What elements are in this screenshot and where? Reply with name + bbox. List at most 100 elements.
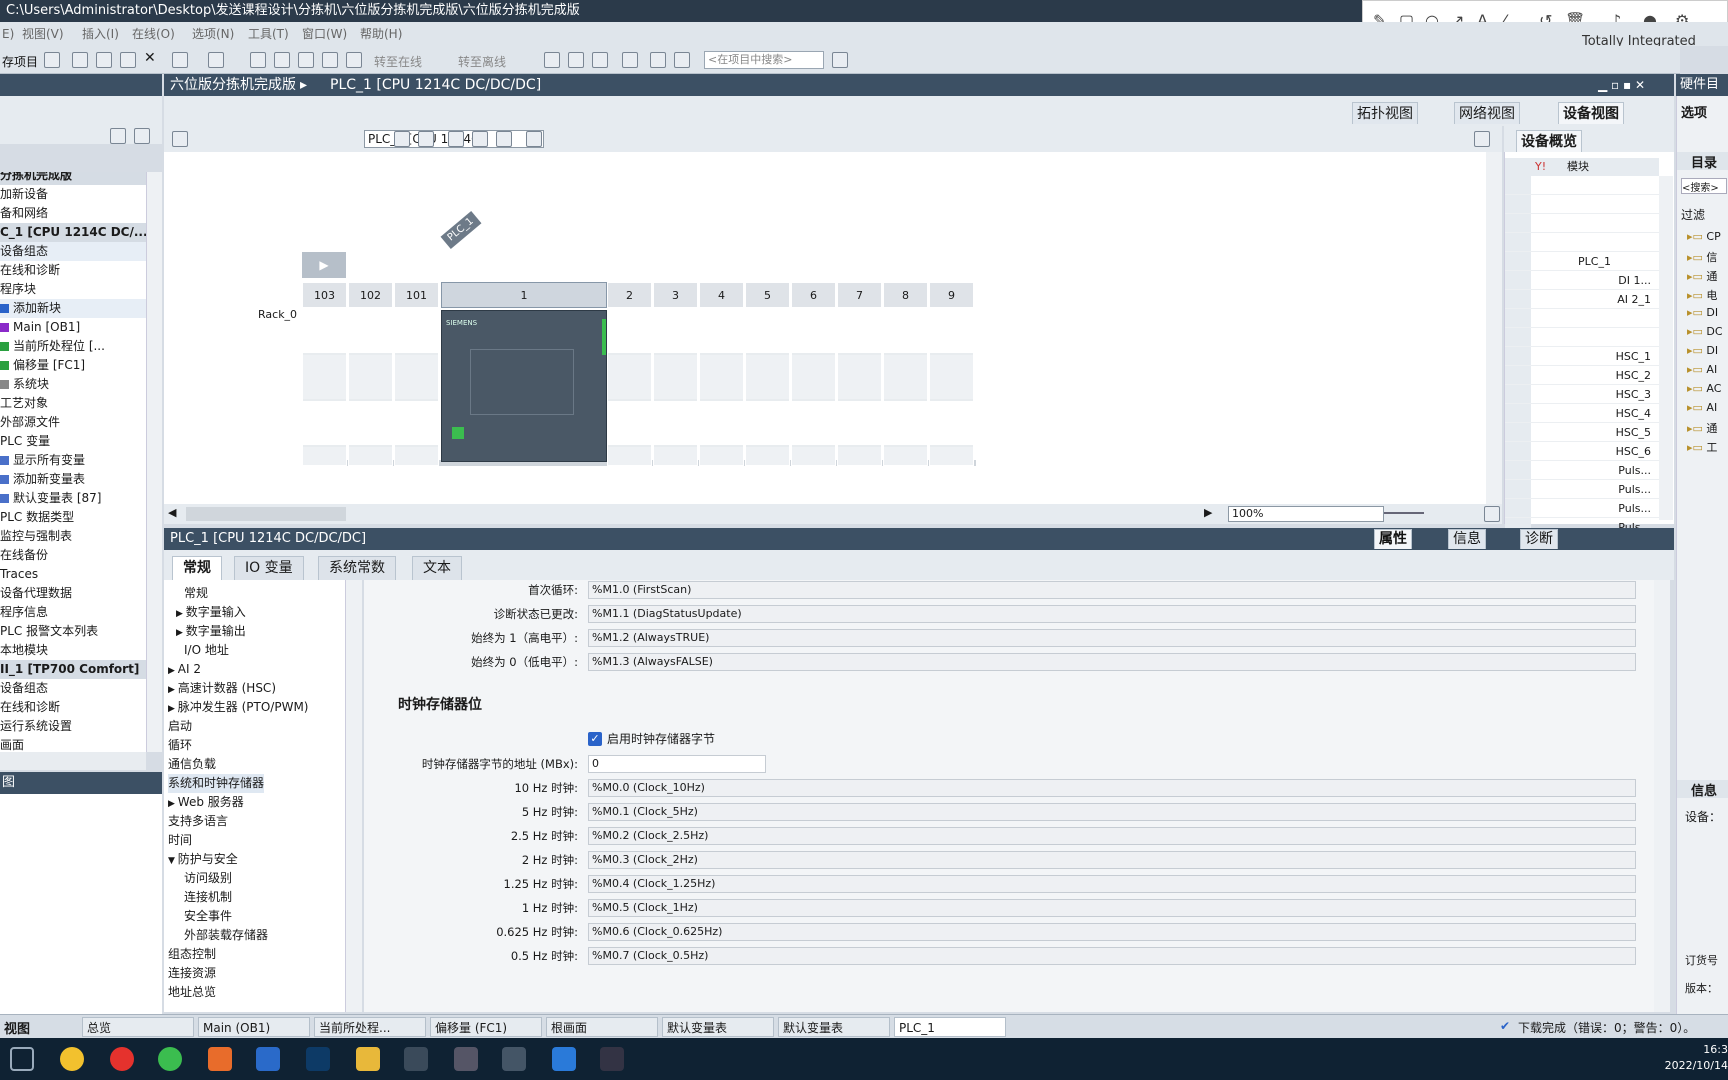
undo-icon[interactable] xyxy=(172,52,188,68)
overview-row[interactable]: HSC_2 xyxy=(1505,366,1659,385)
app4-icon[interactable] xyxy=(552,1047,576,1071)
overview-row[interactable] xyxy=(1505,309,1659,328)
rack-slot-header[interactable]: 9 xyxy=(929,282,974,308)
nav-item[interactable]: ▶ 高速计数器 (HSC) xyxy=(168,679,276,698)
nav-item[interactable]: ▶ 数字量输入 xyxy=(176,603,246,622)
overview-row[interactable]: HSC_5 xyxy=(1505,423,1659,442)
tab-io-tags[interactable]: IO 变量 xyxy=(234,556,304,580)
task-current-position[interactable]: 当前所处程... xyxy=(314,1017,426,1037)
app3-icon[interactable] xyxy=(256,1047,280,1071)
info-section-title[interactable]: 信息 xyxy=(1677,780,1728,799)
system-bit-field[interactable]: %M1.3 (AlwaysFALSE) xyxy=(588,653,1636,671)
rack-slot-header[interactable]: 1 xyxy=(441,282,607,308)
clock-bit-field[interactable]: %M0.6 (Clock_0.625Hz) xyxy=(588,923,1636,941)
catalog-item[interactable]: ▸▭ DC xyxy=(1687,325,1723,338)
overview-scrollbar[interactable] xyxy=(1659,176,1673,520)
nav-item[interactable]: 外部装载存储器 xyxy=(184,926,268,945)
tab-general[interactable]: 常规 xyxy=(172,556,222,580)
nav-item[interactable]: 访问级别 xyxy=(184,869,232,888)
upload-icon[interactable] xyxy=(298,52,314,68)
tree-item[interactable]: 外部源文件 xyxy=(0,413,146,432)
catalog-item[interactable]: ▸▭ AC xyxy=(1687,382,1721,395)
breadcrumb-project[interactable]: 六位版分拣机完成版 xyxy=(170,74,296,96)
breadcrumb-device[interactable]: PLC_1 [CPU 1214C DC/DC/DC] xyxy=(330,74,541,96)
app2-icon[interactable] xyxy=(208,1047,232,1071)
fit-icon[interactable] xyxy=(1484,506,1500,522)
clock-address-input[interactable]: 0 xyxy=(588,755,766,773)
tab-device-overview[interactable]: 设备概览 xyxy=(1516,130,1582,152)
rack-slot-header[interactable]: 103 xyxy=(302,282,347,308)
task-overview[interactable]: 总览 xyxy=(82,1017,194,1037)
tree-item[interactable]: 在线备份 xyxy=(0,546,146,565)
menu-tools[interactable]: 工具(T) xyxy=(248,22,289,46)
nav-expand-icon[interactable]: ▶ xyxy=(168,685,178,695)
overview-row[interactable]: AI 2_1 xyxy=(1505,290,1659,309)
page-break-icon[interactable] xyxy=(418,131,434,147)
nav-item[interactable]: ▶ Web 服务器 xyxy=(168,793,244,812)
tree-item[interactable]: 在线和诊断 xyxy=(0,698,146,717)
overview-row[interactable]: Puls... xyxy=(1505,499,1659,518)
portal-view-button[interactable]: 视图 xyxy=(4,1018,30,1037)
tab-device-view[interactable]: 设备视图 xyxy=(1558,102,1624,124)
stop-icon[interactable] xyxy=(622,52,638,68)
project-tree-hscrollbar[interactable] xyxy=(0,752,146,770)
device-tool-icon[interactable] xyxy=(172,131,188,147)
tree-item[interactable]: 本地模块 xyxy=(0,641,146,660)
overview-row[interactable]: HSC_1 xyxy=(1505,347,1659,366)
overview-row[interactable] xyxy=(1505,214,1659,233)
delete-icon[interactable]: ✕ xyxy=(144,50,160,66)
task-plc-1[interactable]: PLC_1 xyxy=(894,1017,1006,1037)
tree-item[interactable]: II_1 [TP700 Comfort] xyxy=(0,660,146,679)
clock-bit-field[interactable]: %M0.2 (Clock_2.5Hz) xyxy=(588,827,1636,845)
split-vertical-icon[interactable] xyxy=(674,52,690,68)
photoshop-icon[interactable] xyxy=(306,1047,330,1071)
canvas-hscroll-thumb[interactable] xyxy=(186,507,346,521)
tree-item[interactable]: PLC 报警文本列表 xyxy=(0,622,146,641)
nav-item[interactable]: 通信负载 xyxy=(168,755,216,774)
download-icon[interactable] xyxy=(274,52,290,68)
catalog-item[interactable]: ▸▭ 工 xyxy=(1687,439,1717,455)
tree-item[interactable]: 工艺对象 xyxy=(0,394,146,413)
rack-slot[interactable] xyxy=(607,308,652,466)
rack-slot[interactable] xyxy=(302,308,347,466)
overview-icon[interactable] xyxy=(134,128,150,144)
cut-icon[interactable] xyxy=(72,52,88,68)
catalog-search-input[interactable]: <搜索> xyxy=(1681,178,1727,194)
winccra-icon[interactable] xyxy=(600,1047,624,1071)
overview-row[interactable]: HSC_4 xyxy=(1505,404,1659,423)
catalog-item[interactable]: ▸▭ 电 xyxy=(1687,287,1717,303)
menu-insert[interactable]: 插入(I) xyxy=(82,22,119,46)
nav-expand-icon[interactable]: ▶ xyxy=(168,704,178,714)
canvas-vscrollbar[interactable] xyxy=(1486,152,1502,504)
scroll-left-icon[interactable]: ◀ xyxy=(168,506,176,519)
catalog-item[interactable]: ▸▭ DI xyxy=(1687,344,1718,357)
menu-edit[interactable]: E) xyxy=(2,22,14,46)
nav-item[interactable]: 时间 xyxy=(168,831,192,850)
tree-item[interactable]: 程序块 xyxy=(0,280,146,299)
nav-item[interactable]: 启动 xyxy=(168,717,192,736)
nav-item[interactable]: 组态控制 xyxy=(168,945,216,964)
tree-item[interactable]: 设备组态 xyxy=(0,242,146,261)
nav-item[interactable]: 常规 xyxy=(184,584,208,603)
tree-item[interactable]: 当前所处程位 [... xyxy=(0,337,146,356)
task-default-tag-table-1[interactable]: 默认变量表 xyxy=(662,1017,774,1037)
rack-slot[interactable] xyxy=(883,308,928,466)
redo-icon[interactable] xyxy=(208,52,224,68)
menu-online[interactable]: 在线(O) xyxy=(132,22,175,46)
menu-help[interactable]: 帮助(H) xyxy=(360,22,402,46)
menu-window[interactable]: 窗口(W) xyxy=(302,22,347,46)
tree-item[interactable]: 加新设备 xyxy=(0,185,146,204)
tab-info[interactable]: 信息 xyxy=(1448,529,1486,549)
tree-item[interactable]: 默认变量表 [87] xyxy=(0,489,146,508)
catalog-title[interactable]: 目录 xyxy=(1677,152,1728,171)
nav-expand-icon[interactable]: ▶ xyxy=(176,609,186,619)
overview-row[interactable] xyxy=(1505,176,1659,195)
nav-item[interactable]: I/O 地址 xyxy=(184,641,229,660)
overview-toggle-icon[interactable] xyxy=(1474,131,1490,147)
system-bit-field[interactable]: %M1.0 (FirstScan) xyxy=(588,581,1636,599)
rack-slot-header[interactable]: 101 xyxy=(394,282,439,308)
tree-item[interactable]: 系统块 xyxy=(0,375,146,394)
plcsim-icon[interactable] xyxy=(502,1047,526,1071)
nav-item[interactable]: 安全事件 xyxy=(184,907,232,926)
clock-bit-field[interactable]: %M0.1 (Clock_5Hz) xyxy=(588,803,1636,821)
